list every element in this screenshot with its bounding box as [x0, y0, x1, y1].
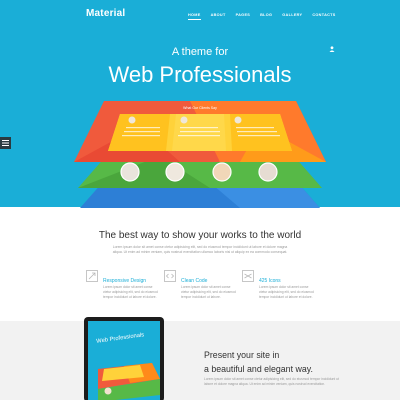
feature-title: Responsive Design — [103, 278, 147, 284]
resize-icon — [86, 270, 98, 282]
present-title-line2: a beautiful and elegant way. — [204, 364, 313, 374]
card-middle — [172, 114, 226, 151]
hero-title: Web Professionals — [108, 62, 292, 87]
card-header: What Our Clients Say — [183, 106, 217, 110]
avatar-2 — [165, 162, 185, 182]
nav-contacts[interactable]: CONTACTS — [312, 13, 335, 17]
tablet-mockup: Web Professionals — [84, 317, 164, 400]
avatar-1 — [120, 162, 140, 182]
code-icon — [164, 270, 176, 282]
menu-icon — [2, 140, 9, 146]
feature-title: Clean Code — [181, 278, 208, 284]
nav-gallery[interactable]: GALLERY — [282, 13, 302, 17]
card-avatar-3 — [234, 116, 242, 124]
main-nav: HOME ABOUT PAGES BLOG GALLERY CONTACTS — [188, 13, 346, 20]
screen-avatar — [104, 387, 112, 395]
side-panel-toggle[interactable] — [0, 137, 11, 149]
nav-pages[interactable]: PAGES — [236, 13, 251, 17]
feature-text: Lorem ipsum dolor sit amet conse ctetur … — [259, 285, 314, 299]
feature-title: 425 Icons — [259, 278, 281, 284]
intro-text: Lorem ipsum dolor sit amet conse ctetur … — [112, 245, 288, 254]
card-avatar-1 — [128, 116, 136, 124]
card-avatar-2 — [180, 116, 188, 124]
avatar-3 — [212, 162, 232, 182]
hero-layers-illustration: What Our Clients Say — [74, 101, 326, 208]
intro-title: The best way to show your works to the w… — [98, 230, 302, 241]
site-logo[interactable]: Material — [86, 8, 125, 19]
present-title: Present your site in a beautiful and ele… — [204, 348, 313, 376]
present-section — [0, 321, 400, 400]
hero-subtitle: A theme for — [171, 46, 229, 58]
present-title-line1: Present your site in — [204, 350, 280, 360]
feature-text: Lorem ipsum dolor sit amet conse ctetur … — [181, 285, 236, 299]
nav-blog[interactable]: BLOG — [260, 13, 272, 17]
avatar-4 — [258, 162, 278, 182]
nav-home[interactable]: HOME — [188, 13, 201, 20]
layers-icon — [242, 270, 254, 282]
nav-about[interactable]: ABOUT — [211, 13, 226, 17]
feature-text: Lorem ipsum dolor sit amet conse ctetur … — [103, 285, 158, 299]
present-text: Lorem ipsum dolor sit amet conse ctetur … — [204, 377, 339, 386]
